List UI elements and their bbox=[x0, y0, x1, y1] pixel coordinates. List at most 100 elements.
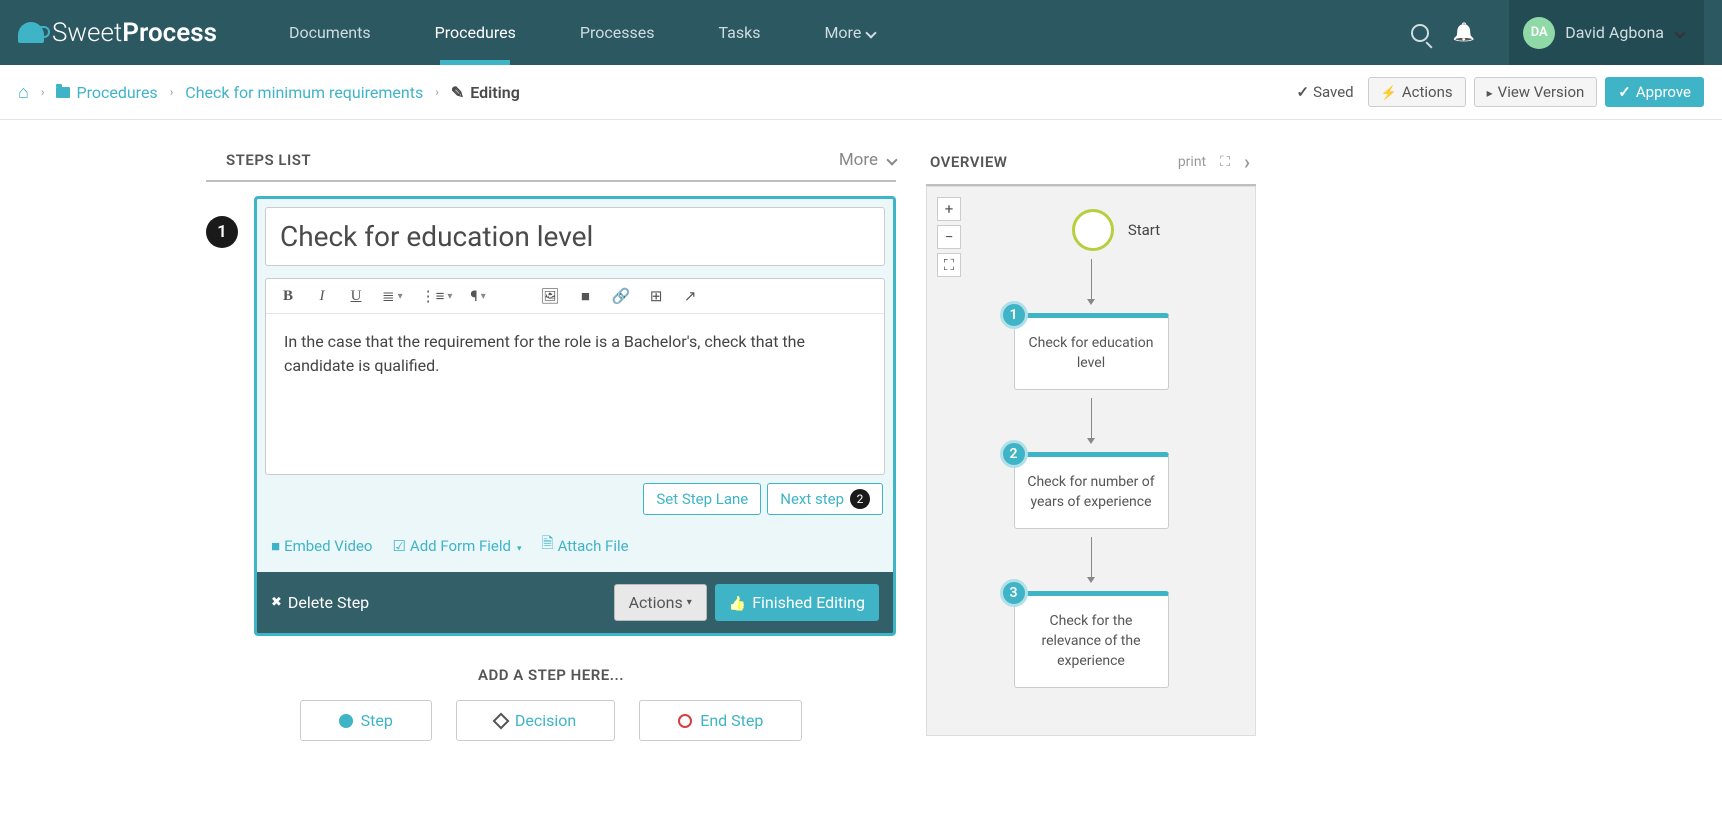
node-badge: 3 bbox=[1000, 579, 1028, 607]
breadcrumb-procedures[interactable]: Procedures bbox=[56, 83, 157, 102]
chevron-down-icon bbox=[866, 27, 877, 38]
flow-node-3[interactable]: 3 Check for the relevance of the experie… bbox=[1014, 591, 1169, 688]
nav-procedures[interactable]: Procedures bbox=[403, 0, 548, 65]
overview-title: OVERVIEW bbox=[930, 153, 1007, 171]
avatar: DA bbox=[1523, 17, 1555, 49]
step-content-editor[interactable]: In the case that the requirement for the… bbox=[266, 314, 884, 474]
overview-actions: print bbox=[1178, 150, 1250, 174]
paragraph-button[interactable]: ¶ bbox=[470, 287, 486, 305]
node-badge: 2 bbox=[1000, 440, 1028, 468]
breadcrumb-separator: › bbox=[435, 85, 439, 99]
search-button[interactable] bbox=[1411, 24, 1429, 42]
checkmark-icon bbox=[1618, 83, 1631, 101]
flow-arrow bbox=[1086, 537, 1096, 583]
zoom-out-button[interactable]: − bbox=[937, 225, 961, 249]
add-step-button[interactable]: Step bbox=[300, 700, 432, 741]
node-card-label: Check for education level bbox=[1014, 313, 1169, 390]
chevron-down-icon bbox=[515, 537, 522, 555]
next-step-count: 2 bbox=[850, 489, 870, 509]
home-icon bbox=[18, 82, 29, 103]
flow-arrow bbox=[1086, 259, 1096, 305]
table-button[interactable]: ⊞ bbox=[648, 287, 664, 305]
editor-body: B I U ≣ ⋮≡ ¶ 🖼 ■ 🔗 ⊞ ↗ In the case that … bbox=[265, 278, 885, 475]
flow-node-2[interactable]: 2 Check for number of years of experienc… bbox=[1014, 452, 1169, 529]
zoom-fit-button[interactable]: ⛶ bbox=[937, 253, 961, 277]
nav-documents[interactable]: Documents bbox=[257, 0, 403, 65]
editor-actions: Set Step Lane Next step2 bbox=[257, 483, 893, 525]
main-nav: Documents Procedures Processes Tasks Mor… bbox=[257, 0, 907, 65]
saved-indicator: Saved bbox=[1297, 83, 1354, 101]
chevron-right-icon[interactable] bbox=[1244, 150, 1250, 174]
zoom-in-button[interactable]: + bbox=[937, 197, 961, 221]
actions-button[interactable]: Actions bbox=[1368, 77, 1466, 107]
chevron-down-icon bbox=[1674, 27, 1685, 38]
expand-icon[interactable] bbox=[1220, 154, 1230, 170]
breadcrumb-current: Editing bbox=[451, 83, 520, 102]
step-footer: Delete Step Actions Finished Editing bbox=[257, 572, 893, 633]
node-card-label: Check for the relevance of the experienc… bbox=[1014, 591, 1169, 688]
breadcrumb-separator: › bbox=[170, 85, 174, 99]
breadcrumb-separator: › bbox=[41, 85, 45, 99]
flow-node-1[interactable]: 1 Check for education level bbox=[1014, 313, 1169, 390]
finished-editing-button[interactable]: Finished Editing bbox=[715, 584, 879, 621]
user-menu[interactable]: DA David Agbona bbox=[1509, 0, 1704, 65]
delete-step-button[interactable]: Delete Step bbox=[271, 593, 369, 612]
checkmark-icon bbox=[1297, 83, 1310, 101]
steps-column: STEPS LIST More 1 Check for education le… bbox=[206, 150, 896, 741]
main-header: SweetProcess Documents Procedures Proces… bbox=[0, 0, 1722, 65]
step-row: 1 Check for education level B I U ≣ ⋮≡ ¶… bbox=[206, 196, 896, 636]
cup-icon bbox=[18, 22, 44, 43]
step-number-badge: 1 bbox=[206, 216, 238, 248]
logo-text-prefix: Sweet bbox=[52, 18, 122, 48]
italic-button[interactable]: I bbox=[314, 288, 330, 305]
view-version-button[interactable]: View Version bbox=[1474, 77, 1598, 107]
nav-more[interactable]: More bbox=[792, 0, 907, 65]
header-right: DA David Agbona bbox=[1411, 0, 1704, 65]
nav-tasks[interactable]: Tasks bbox=[686, 0, 792, 65]
overview-column: OVERVIEW print + − ⛶ Start 1 bbox=[926, 150, 1256, 741]
breadcrumb: › Procedures › Check for minimum require… bbox=[18, 82, 520, 103]
flow-start-node[interactable]: Start bbox=[1072, 209, 1160, 251]
ordered-list-button[interactable]: ≣ bbox=[382, 287, 403, 305]
flow-content: Start 1 Check for education level 2 Chec… bbox=[937, 197, 1245, 688]
bold-button[interactable]: B bbox=[280, 288, 296, 305]
subheader-actions: Saved Actions View Version Approve bbox=[1297, 77, 1704, 107]
step-actions-button[interactable]: Actions bbox=[614, 584, 707, 621]
add-step-buttons: Step Decision End Step bbox=[206, 700, 896, 741]
link-button[interactable]: 🔗 bbox=[611, 287, 630, 305]
nav-processes[interactable]: Processes bbox=[548, 0, 687, 65]
video-button[interactable]: ■ bbox=[577, 287, 593, 305]
circle-empty-icon bbox=[678, 714, 692, 728]
start-circle-icon bbox=[1072, 209, 1114, 251]
footer-actions: Actions Finished Editing bbox=[614, 584, 879, 621]
attach-file-link[interactable]: 🗎 Attach File bbox=[542, 533, 629, 558]
notifications-button[interactable] bbox=[1453, 22, 1475, 43]
approve-button[interactable]: Approve bbox=[1605, 77, 1704, 107]
steps-list-more[interactable]: More bbox=[839, 150, 896, 170]
lightning-icon bbox=[1381, 83, 1397, 101]
node-card-label: Check for number of years of experience bbox=[1014, 452, 1169, 529]
overview-header: OVERVIEW print bbox=[926, 150, 1256, 186]
embed-video-link[interactable]: ■ Embed Video bbox=[271, 533, 372, 558]
logo[interactable]: SweetProcess bbox=[18, 18, 217, 48]
underline-button[interactable]: U bbox=[348, 288, 364, 305]
add-decision-button[interactable]: Decision bbox=[456, 700, 615, 741]
set-step-lane-button[interactable]: Set Step Lane bbox=[643, 483, 761, 515]
breadcrumb-home[interactable] bbox=[18, 82, 29, 103]
image-button[interactable]: 🖼 bbox=[540, 287, 559, 305]
step-title-input[interactable]: Check for education level bbox=[265, 207, 885, 266]
next-step-button[interactable]: Next step2 bbox=[767, 483, 883, 515]
unordered-list-button[interactable]: ⋮≡ bbox=[421, 287, 453, 305]
print-link[interactable]: print bbox=[1178, 154, 1206, 170]
add-end-step-button[interactable]: End Step bbox=[639, 700, 802, 741]
add-form-field-link[interactable]: ☑ Add Form Field bbox=[392, 533, 521, 558]
logo-text-suffix: Process bbox=[122, 18, 217, 48]
breadcrumb-item[interactable]: Check for minimum requirements bbox=[185, 83, 423, 102]
steps-list-title: STEPS LIST bbox=[226, 151, 311, 169]
circle-dot-icon bbox=[339, 714, 353, 728]
zoom-controls: + − ⛶ bbox=[937, 197, 961, 277]
open-external-button[interactable]: ↗ bbox=[682, 287, 698, 305]
play-icon bbox=[1487, 83, 1493, 101]
main-content: STEPS LIST More 1 Check for education le… bbox=[206, 120, 1516, 741]
steps-list-header: STEPS LIST More bbox=[206, 150, 896, 182]
